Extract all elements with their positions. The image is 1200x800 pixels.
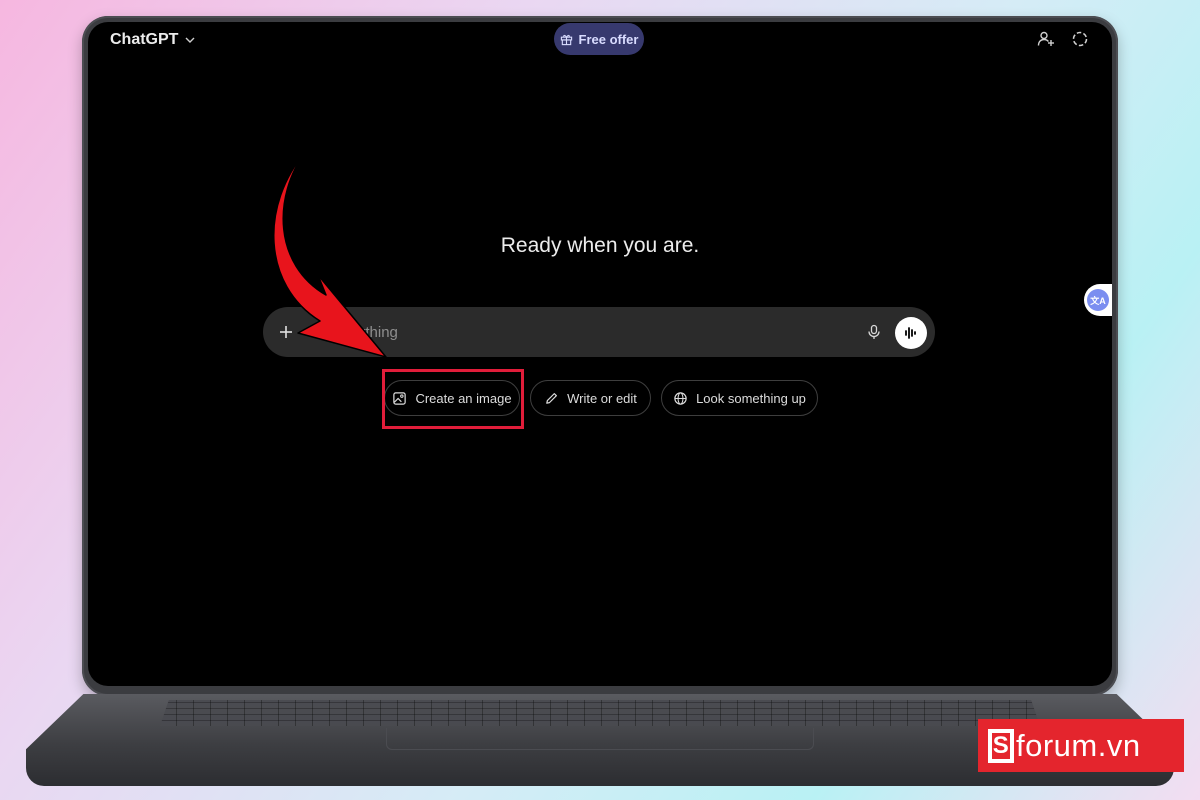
add-user-button[interactable]	[1035, 28, 1057, 50]
chevron-down-icon	[185, 37, 195, 43]
page-heading: Ready when you are.	[500, 234, 700, 257]
dictate-button[interactable]	[862, 320, 886, 344]
red-arrow-annotation	[273, 150, 387, 358]
waveform-icon	[905, 327, 916, 339]
translate-icon: 文A	[1087, 289, 1109, 311]
suggestion-write-edit[interactable]: Write or edit	[530, 380, 651, 416]
translate-widget[interactable]: 文A	[1084, 284, 1112, 316]
suggestion-look-up[interactable]: Look something up	[661, 380, 818, 416]
model-selector[interactable]: ChatGPT	[110, 30, 196, 50]
suggestion-label: Write or edit	[567, 390, 637, 406]
temporary-chat-button[interactable]	[1069, 28, 1091, 50]
laptop-keyboard	[160, 700, 1040, 726]
add-user-icon	[1037, 31, 1054, 46]
free-offer-button[interactable]: Free offer	[554, 23, 644, 55]
logo-text: forum.vn	[1016, 727, 1141, 763]
app-title: ChatGPT	[110, 31, 179, 48]
globe-icon	[674, 391, 687, 405]
sforum-s-mark: S	[988, 728, 1014, 763]
microphone-icon	[868, 324, 880, 339]
gift-icon	[560, 34, 572, 45]
laptop-trackpad	[386, 728, 814, 750]
suggestion-label: Look something up	[696, 390, 806, 406]
pencil-icon	[546, 392, 558, 404]
voice-mode-button[interactable]	[895, 317, 927, 349]
dashed-circle-icon	[1072, 31, 1088, 47]
highlight-box-annotation	[382, 369, 524, 429]
sforum-logo: S forum.vn	[978, 719, 1184, 772]
free-offer-label: Free offer	[578, 31, 639, 47]
